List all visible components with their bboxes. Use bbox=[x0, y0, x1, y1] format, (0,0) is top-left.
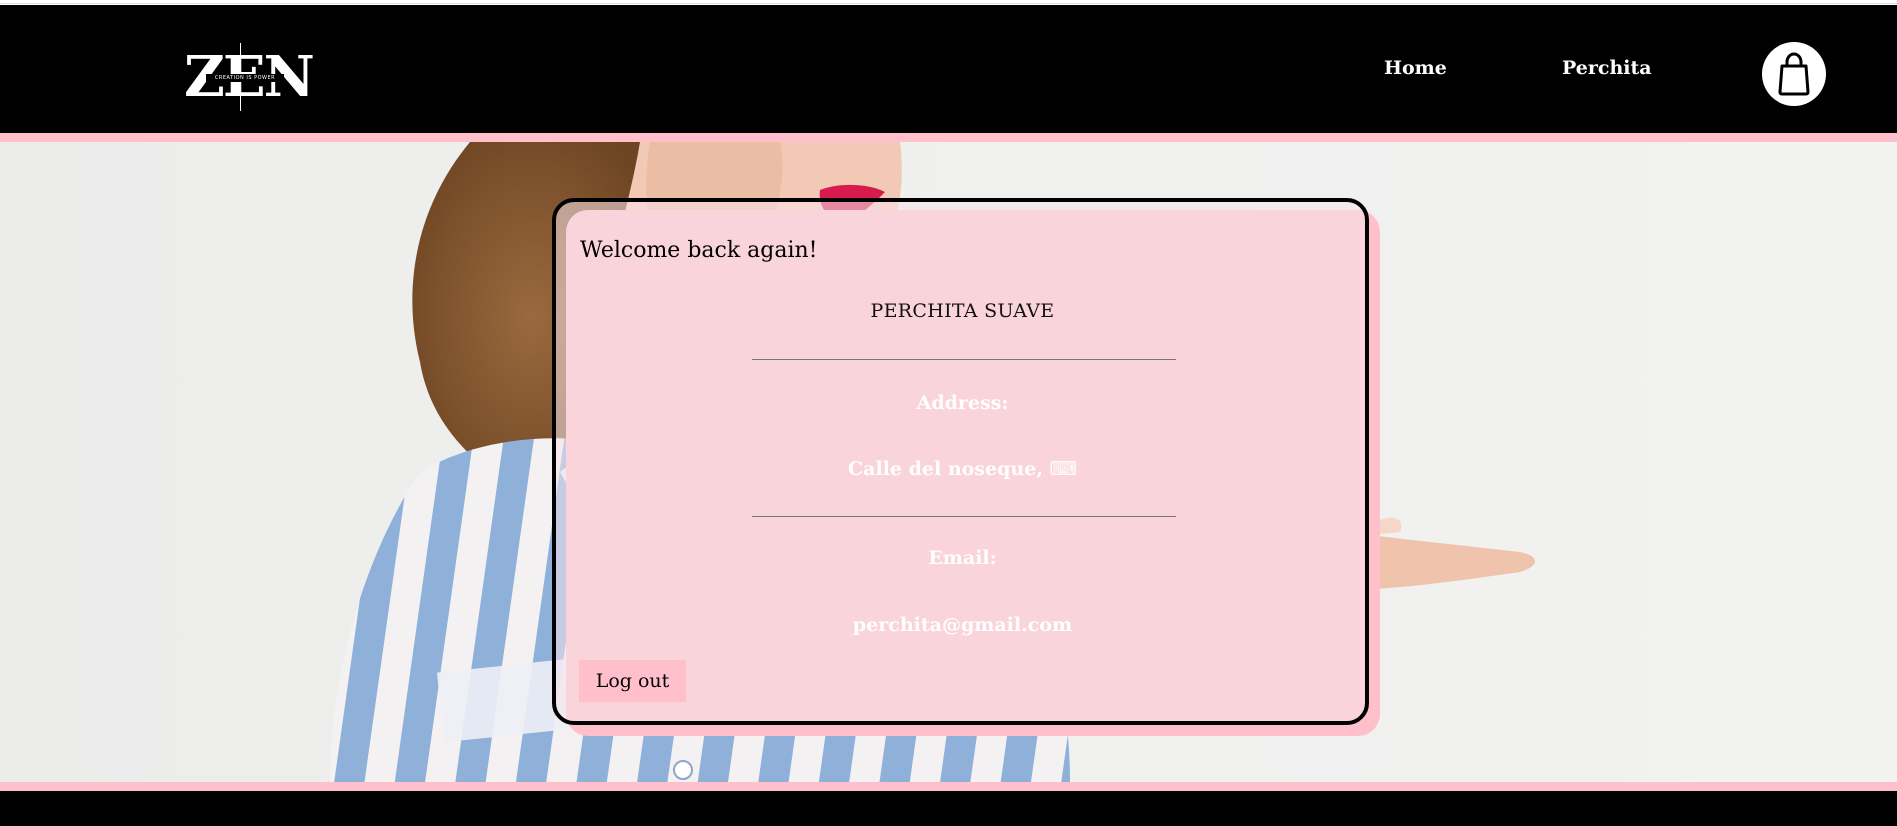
divider bbox=[752, 359, 1176, 360]
nav-profile-link[interactable]: Perchita bbox=[1562, 57, 1652, 79]
shopping-bag-icon bbox=[1778, 52, 1810, 96]
nav-home-link[interactable]: Home bbox=[1384, 57, 1447, 79]
site-header: ZEN CREATION IS POWER Home Perchita bbox=[0, 5, 1897, 133]
site-footer bbox=[0, 791, 1897, 826]
profile-card: Welcome back again! PERCHITA SUAVE Addre… bbox=[552, 198, 1369, 725]
header-accent-stripe bbox=[0, 133, 1897, 142]
page: ZEN CREATION IS POWER Home Perchita Welc… bbox=[0, 0, 1897, 826]
email-value: perchita@gmail.com bbox=[852, 614, 1073, 636]
logout-button[interactable]: Log out bbox=[579, 660, 686, 702]
logo[interactable]: ZEN CREATION IS POWER bbox=[184, 43, 315, 111]
welcome-message: Welcome back again! bbox=[580, 238, 818, 263]
top-border bbox=[0, 0, 1897, 4]
logo-tagline: CREATION IS POWER bbox=[206, 74, 284, 82]
cart-button[interactable] bbox=[1762, 42, 1826, 106]
email-label: Email: bbox=[928, 547, 997, 569]
profile-username: PERCHITA SUAVE bbox=[870, 300, 1055, 322]
address-label: Address: bbox=[916, 392, 1009, 414]
address-value: Calle del noseque, ⌨ bbox=[848, 458, 1077, 480]
footer-accent-stripe bbox=[0, 782, 1897, 791]
divider bbox=[752, 516, 1176, 517]
